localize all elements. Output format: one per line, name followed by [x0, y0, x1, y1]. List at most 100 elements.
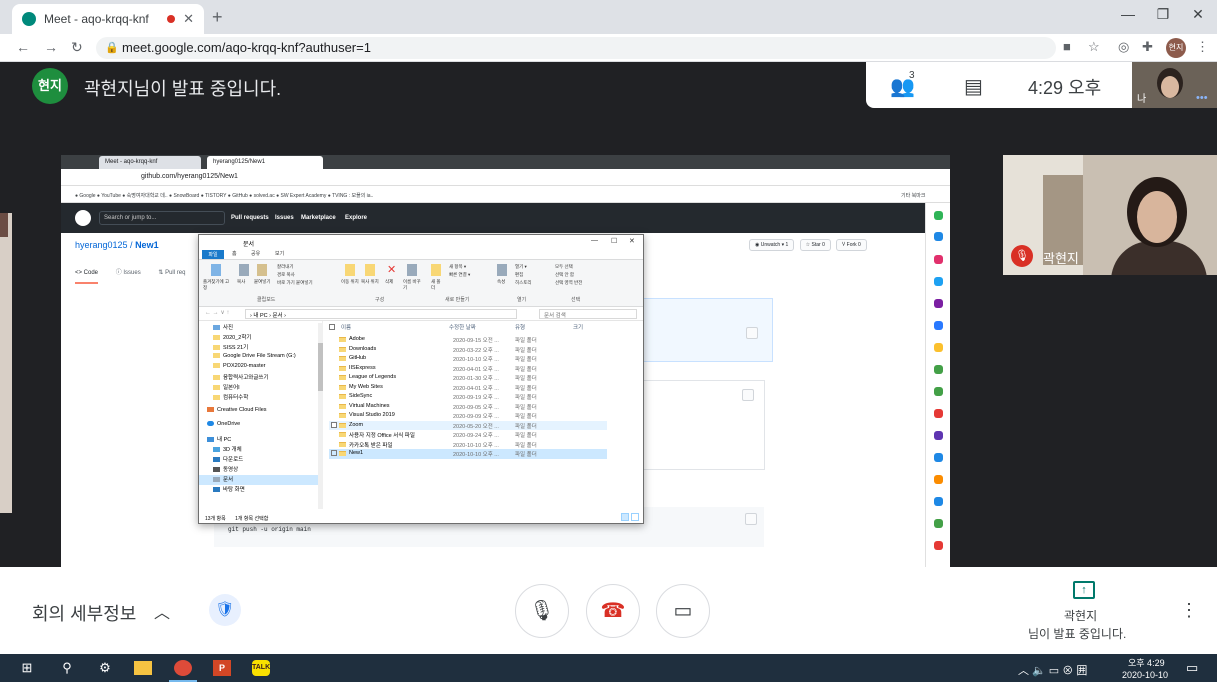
- extension-icon: [934, 232, 943, 241]
- github-nav-pulls: Pull requests: [231, 215, 269, 221]
- kakaotalk-icon[interactable]: TALK: [252, 660, 270, 676]
- self-view-tile[interactable]: 나 •••: [1132, 62, 1217, 108]
- mic-button[interactable]: 🎙: [515, 584, 569, 638]
- file-explorer-window: 문서 — ☐ ✕ 파일 홈 공유 보기 즐겨찾기에 고정 복사 붙여넣기 잘라내…: [198, 234, 644, 524]
- settings-icon[interactable]: ⚙: [96, 660, 114, 676]
- shared-tab-meet: Meet - aqo-krqq-knf: [99, 156, 201, 169]
- participant-tile[interactable]: 🎙 곽현지: [1003, 155, 1217, 275]
- file-type: 파일 폴더: [515, 385, 537, 392]
- shared-browser-tabs: Meet - aqo-krqq-knf hyerang0125/New1: [61, 155, 950, 169]
- nav-item: 바탕 화면: [199, 485, 319, 495]
- explorer-search: 문서 검색: [539, 309, 637, 319]
- col-type: 유형: [515, 325, 526, 331]
- new-tab-button[interactable]: +: [212, 7, 223, 28]
- file-date: 2020-09-09 오후 ...: [453, 414, 499, 420]
- meeting-clock: 4:29 오후: [1028, 78, 1102, 98]
- address-bar[interactable]: 🔒 meet.google.com/aqo-krqq-knf?authuser=…: [96, 37, 1056, 59]
- ribbon-properties: 속성: [497, 279, 506, 284]
- file-name: GitHub: [349, 355, 367, 361]
- star-icon[interactable]: ☆: [1088, 39, 1100, 55]
- github-repo-tabs: <> Code ⓘ Issues ⇅ Pull req: [75, 267, 201, 284]
- nav-item-label: SISS 21기: [223, 345, 249, 351]
- file-row: Visual Studio 2019 2020-09-09 오후 ... 파일 폴더: [329, 411, 607, 421]
- browser-tab-meet[interactable]: Meet - aqo-krqq-knf ✕: [12, 4, 204, 34]
- meeting-details-button[interactable]: 회의 세부정보: [32, 600, 136, 626]
- minimize-button[interactable]: —: [1110, 6, 1146, 22]
- nav-item-label: 동영상: [223, 467, 239, 473]
- maximize-button[interactable]: ❐: [1145, 6, 1181, 23]
- reload-icon[interactable]: ↻: [71, 39, 83, 56]
- properties-icon: [497, 264, 507, 276]
- nav-item-label: 바탕 화면: [223, 487, 245, 493]
- nav-item-label: 3D 개체: [223, 447, 242, 453]
- camera-icon[interactable]: ■: [1063, 39, 1071, 54]
- explorer-ribbon-tabs: 파일 홈 공유 보기: [199, 249, 643, 260]
- github-star: ☆ Star 0: [799, 239, 831, 251]
- file-name: Adobe: [349, 336, 365, 342]
- notification-icon[interactable]: ▭: [1186, 660, 1198, 676]
- system-tray-icons[interactable]: ︿ 🔈 ▭ ⊗ 囲: [1018, 662, 1087, 678]
- lock-icon: 🔒: [105, 42, 119, 54]
- repo-owner: hyerang0125: [75, 240, 128, 250]
- file-type: 파일 폴더: [515, 357, 537, 363]
- close-window-button[interactable]: ✕: [1180, 6, 1216, 23]
- camera-button[interactable]: ▭: [656, 584, 710, 638]
- new-folder-icon: [431, 264, 441, 276]
- taskbar-time[interactable]: 오후 4:29: [1128, 656, 1165, 669]
- extension-icon: [934, 365, 943, 374]
- back-arrow-icon[interactable]: ←: [16, 39, 30, 55]
- present-now-icon[interactable]: ↑: [1073, 581, 1095, 599]
- chrome-icon[interactable]: [174, 660, 192, 676]
- extensions-icon[interactable]: ✚: [1142, 39, 1153, 55]
- host-controls-shield-icon[interactable]: 🛡: [209, 594, 241, 626]
- meet-bottom-bar: 회의 세부정보 ︿ 🛡 🎙 ☎ ▭ ↑ 곽현지 님이 발표 중입니다. ⋮: [0, 567, 1217, 654]
- windows-taskbar: ⊞ ⚲ ⚙ P TALK ︿ 🔈 ▭ ⊗ 囲 오후 4:29 2020-10-1…: [0, 654, 1217, 682]
- copy-icon: [746, 327, 758, 339]
- ribbon-select-all: 모두 선택: [555, 264, 573, 269]
- file-explorer-icon[interactable]: [134, 661, 152, 675]
- nav-item-label: 사진: [223, 325, 234, 331]
- github-header: Search or jump to... Pull requests Issue…: [61, 203, 950, 233]
- ribbon-copy-to: 복사 위치: [361, 279, 379, 284]
- windows-start-icon[interactable]: ⊞: [18, 660, 36, 676]
- move-icon: [345, 264, 355, 276]
- powerpoint-icon[interactable]: P: [213, 660, 231, 676]
- file-date: 2020-10-10 오후 ...: [453, 357, 499, 363]
- end-call-button[interactable]: ☎: [586, 584, 640, 638]
- nav-item: POX2020-master: [199, 363, 319, 373]
- copy-to-icon: [365, 264, 375, 276]
- chat-icon[interactable]: ▤: [964, 74, 983, 99]
- explorer-address-row: ← → ∨ ↑ › 내 PC › 문서 › 문서 검색: [199, 307, 643, 321]
- nav-item-label: 일본어I: [223, 385, 240, 391]
- ribbon-copy: 복사: [237, 279, 246, 284]
- extension-icon: [934, 255, 943, 264]
- file-date: 2020-03-22 오후 ...: [453, 347, 499, 354]
- url-text: meet.google.com/aqo-krqq-knf?authuser=1: [122, 40, 371, 55]
- taskbar-date[interactable]: 2020-10-10: [1122, 670, 1168, 680]
- github-nav-marketplace: Marketplace: [301, 215, 336, 221]
- file-date: 2020-09-05 오후 ...: [453, 404, 499, 411]
- col-size: 크기: [573, 325, 584, 331]
- extension-icon: [934, 387, 943, 396]
- meet-top-controls: 👥 3 ▤ 4:29 오후: [866, 62, 1132, 108]
- explorer-nav-arrows-icon: ← → ∨ ↑: [205, 310, 230, 316]
- file-name: 카카오톡 받은 파일: [349, 442, 393, 449]
- file-type: 파일 폴더: [515, 414, 537, 420]
- self-label: 나: [1137, 94, 1147, 105]
- file-row: IISExpress 2020-04-01 오후 ... 파일 폴더: [329, 364, 607, 374]
- github-tab-code: <> Code: [75, 270, 99, 284]
- ribbon-pin: 즐겨찾기에 고정: [203, 279, 230, 290]
- menu-icon[interactable]: ⋮: [1196, 39, 1209, 55]
- tab-close-icon[interactable]: ✕: [183, 11, 194, 27]
- file-list-header: 이름 수정한 날짜 유형 크기: [329, 322, 639, 332]
- search-icon[interactable]: ⚲: [58, 660, 76, 676]
- profile-avatar[interactable]: 현지: [1166, 38, 1186, 58]
- screenshot-icon[interactable]: ◎: [1118, 39, 1129, 55]
- ribbon-rename: 이름 바꾸기: [403, 279, 421, 290]
- more-options-icon[interactable]: ⋮: [1180, 600, 1198, 621]
- extension-icon: [934, 453, 943, 462]
- extension-icon: [934, 431, 943, 440]
- chevron-up-icon[interactable]: ︿: [154, 599, 170, 623]
- forward-arrow-icon[interactable]: →: [44, 39, 58, 55]
- paste-icon: [257, 264, 267, 276]
